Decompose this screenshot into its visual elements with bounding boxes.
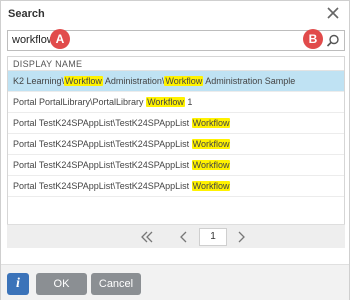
cancel-button[interactable]: Cancel [91, 273, 141, 295]
row-text: 1 [184, 97, 193, 107]
search-dialog: Search workflow A B DISPLAY NAME K2 Lear… [0, 0, 350, 300]
info-icon[interactable]: i [7, 273, 29, 295]
search-icon[interactable] [325, 33, 341, 49]
match-highlight: Workflow [146, 97, 185, 107]
match-highlight: Workflow [191, 118, 231, 128]
results-list: K2 Learning\Workflow Administration\Work… [8, 71, 344, 197]
previous-page-icon[interactable] [176, 229, 192, 245]
table-row[interactable]: K2 Learning\Workflow Administration\Work… [8, 71, 344, 92]
table-row[interactable]: Portal TestK24SPAppList\TestK24SPAppList… [8, 134, 344, 155]
match-highlight: Workflow [64, 76, 103, 86]
row-text: Portal TestK24SPAppList\TestK24SPAppList [13, 181, 192, 191]
match-highlight: Workflow [164, 76, 204, 86]
row-text: Administration Sample [203, 76, 296, 86]
match-highlight: Workflow [191, 181, 231, 191]
ok-button[interactable]: OK [36, 273, 87, 295]
row-text: Portal PortalLibrary\PortalLibrary [13, 97, 147, 107]
close-icon[interactable] [325, 5, 341, 21]
table-row[interactable]: Portal TestK24SPAppList\TestK24SPAppList… [8, 176, 344, 197]
search-input-value: workflow [12, 34, 55, 46]
dialog-footer: i OK Cancel [1, 264, 349, 300]
title-bar: Search [1, 1, 349, 27]
dialog-title: Search [8, 8, 45, 20]
row-text: Portal TestK24SPAppList\TestK24SPAppList [13, 160, 192, 170]
next-page-icon[interactable] [233, 229, 249, 245]
column-header-display-name[interactable]: DISPLAY NAME [8, 57, 344, 71]
table-row[interactable]: Portal PortalLibrary\PortalLibrary Workf… [8, 92, 344, 113]
row-text: Portal TestK24SPAppList\TestK24SPAppList [13, 118, 192, 128]
first-page-icon[interactable] [139, 229, 155, 245]
results-table: DISPLAY NAME K2 Learning\Workflow Admini… [7, 56, 345, 242]
callout-badge-b: B [303, 29, 323, 49]
match-highlight: Workflow [191, 160, 231, 170]
row-text: Administration\ [102, 76, 165, 86]
match-highlight: Workflow [191, 139, 231, 149]
callout-badge-a: A [50, 29, 70, 49]
table-row[interactable]: Portal TestK24SPAppList\TestK24SPAppList… [8, 155, 344, 176]
page-number-input[interactable]: 1 [199, 228, 227, 246]
row-text: K2 Learning\ [13, 76, 65, 86]
row-text: Portal TestK24SPAppList\TestK24SPAppList [13, 139, 192, 149]
table-row[interactable]: Portal TestK24SPAppList\TestK24SPAppList… [8, 113, 344, 134]
pager: 1 [7, 224, 345, 248]
